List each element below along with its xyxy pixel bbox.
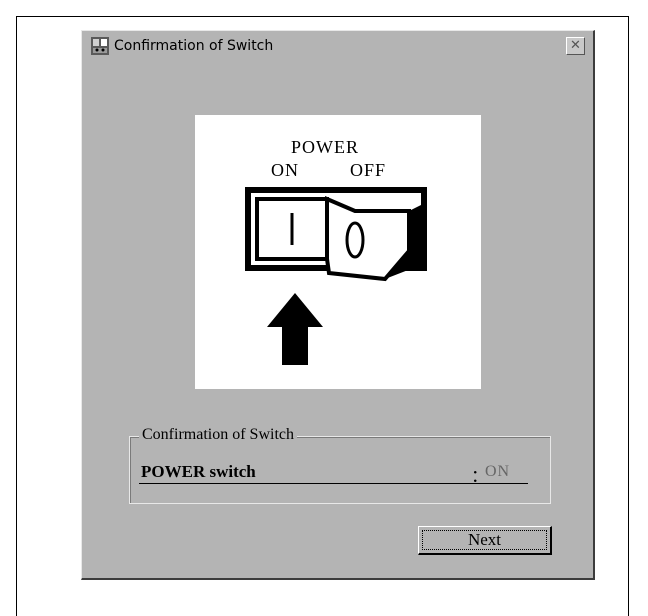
- next-button-label: Next: [467, 530, 502, 549]
- power-label: POWER: [291, 137, 359, 157]
- next-button[interactable]: Next: [418, 526, 552, 555]
- window-title: Confirmation of Switch: [114, 38, 274, 54]
- power-switch-label: POWER switch: [141, 462, 256, 481]
- group-legend: Confirmation of Switch: [139, 426, 297, 444]
- confirmation-group: Confirmation of Switch POWER switch ： ON: [129, 426, 551, 504]
- switch-illustration: POWER ON OFF: [195, 115, 481, 389]
- up-arrow-icon: [267, 293, 323, 365]
- on-label: ON: [271, 160, 299, 180]
- off-label: OFF: [350, 160, 387, 180]
- app-icon: [91, 37, 109, 55]
- close-icon: ✕: [570, 38, 581, 53]
- title-bar: Confirmation of Switch ✕: [84, 33, 591, 59]
- dialog-window: Confirmation of Switch ✕ POWER ON OFF Co…: [81, 30, 595, 580]
- close-button[interactable]: ✕: [566, 37, 585, 55]
- row-underline: [139, 483, 528, 484]
- power-switch-status: ON: [485, 463, 511, 480]
